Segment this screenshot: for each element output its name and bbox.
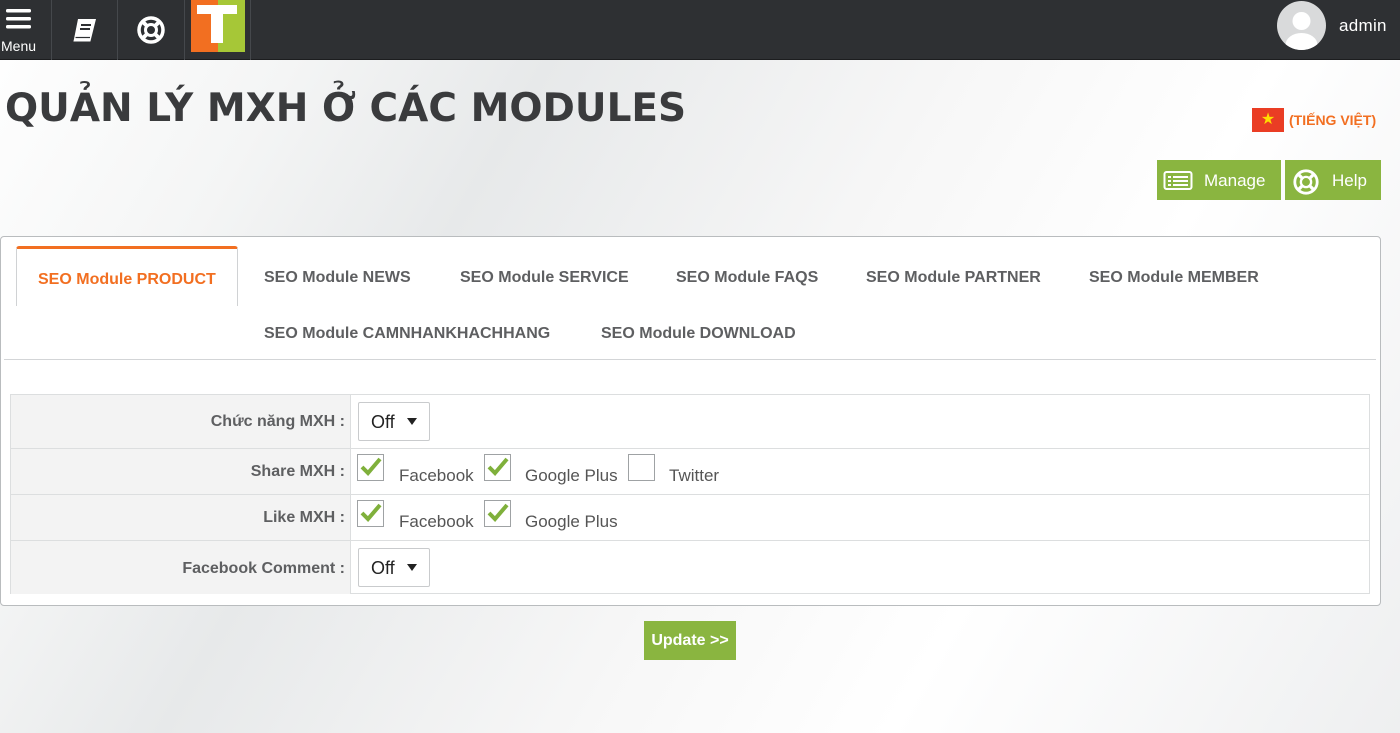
share-facebook-label: Facebook [399, 466, 474, 485]
top-bar: Menu admin [0, 0, 1400, 60]
tab-seo-download[interactable]: SEO Module DOWNLOAD [601, 325, 796, 343]
tab-seo-product[interactable]: SEO Module PRODUCT [16, 246, 238, 306]
user-name[interactable]: admin [1339, 16, 1387, 36]
hamburger-icon [6, 9, 31, 29]
support-button[interactable] [118, 0, 185, 60]
facebook-comment-label: Facebook Comment : [182, 560, 345, 577]
list-icon [1163, 171, 1193, 190]
docs-button[interactable] [52, 0, 118, 60]
checkmark-icon [360, 503, 382, 522]
tab-seo-news[interactable]: SEO Module NEWS [264, 269, 411, 287]
vietnam-flag-icon: ★ [1252, 108, 1284, 132]
share-googleplus-label: Google Plus [525, 466, 618, 485]
social-function-select[interactable]: Off [358, 402, 430, 441]
manage-button[interactable]: Manage [1157, 160, 1281, 200]
form-row-share: Share MXH : Facebook Google Plus Twitter [11, 449, 1369, 495]
select-value: Off [371, 412, 395, 432]
help-label: Help [1332, 171, 1367, 190]
form-row-social-function: Chức năng MXH : Off [11, 395, 1369, 449]
tab-seo-member[interactable]: SEO Module MEMBER [1089, 269, 1259, 287]
help-button[interactable]: Help [1285, 160, 1381, 200]
like-facebook-checkbox[interactable] [357, 500, 384, 527]
social-function-label: Chức năng MXH : [210, 413, 345, 430]
user-icon [1285, 12, 1318, 50]
form-row-like: Like MXH : Facebook Google Plus [11, 495, 1369, 541]
tab-label: SEO Module PRODUCT [38, 271, 216, 288]
like-facebook-label: Facebook [399, 512, 474, 531]
brand-logo [190, 0, 245, 52]
update-button[interactable]: Update >> [644, 621, 736, 660]
language-label: (TIẾNG VIỆT) [1289, 112, 1377, 128]
manage-label: Manage [1204, 171, 1266, 190]
page-title: QUẢN LÝ MXH Ở CÁC MODULES [5, 86, 687, 131]
like-googleplus-label: Google Plus [525, 512, 618, 531]
avatar[interactable] [1277, 1, 1326, 50]
share-twitter-checkbox[interactable] [628, 454, 655, 481]
share-facebook-checkbox[interactable] [357, 454, 384, 481]
lifebuoy-icon [1293, 169, 1319, 195]
like-googleplus-checkbox[interactable] [484, 500, 511, 527]
lifebuoy-icon [137, 16, 165, 44]
tab-seo-faqs[interactable]: SEO Module FAQS [676, 269, 818, 287]
checkmark-icon [360, 457, 382, 476]
share-googleplus-checkbox[interactable] [484, 454, 511, 481]
share-twitter-label: Twitter [669, 466, 720, 485]
menu-label: Menu [1, 38, 37, 54]
book-icon [72, 19, 96, 42]
select-value: Off [371, 558, 395, 578]
settings-form: Chức năng MXH : Off Share MXH : Facebook… [10, 394, 1370, 594]
tab-seo-camnhankhachhang[interactable]: SEO Module CAMNHANKHACHHANG [264, 325, 550, 343]
tab-seo-partner[interactable]: SEO Module PARTNER [866, 269, 1041, 287]
like-label: Like MXH : [263, 509, 345, 526]
caret-down-icon [407, 564, 417, 571]
tab-seo-service[interactable]: SEO Module SERVICE [460, 269, 629, 287]
form-row-facebook-comment: Facebook Comment : Off [11, 541, 1369, 594]
tabs-divider [4, 359, 1376, 360]
caret-down-icon [407, 418, 417, 425]
language-switcher[interactable]: ★ (TIẾNG VIỆT) [1252, 108, 1376, 132]
facebook-comment-select[interactable]: Off [358, 548, 430, 587]
share-label: Share MXH : [250, 463, 345, 480]
logo-button[interactable] [185, 0, 251, 60]
menu-button[interactable]: Menu [0, 0, 52, 60]
checkmark-icon [487, 503, 509, 522]
checkmark-icon [487, 457, 509, 476]
